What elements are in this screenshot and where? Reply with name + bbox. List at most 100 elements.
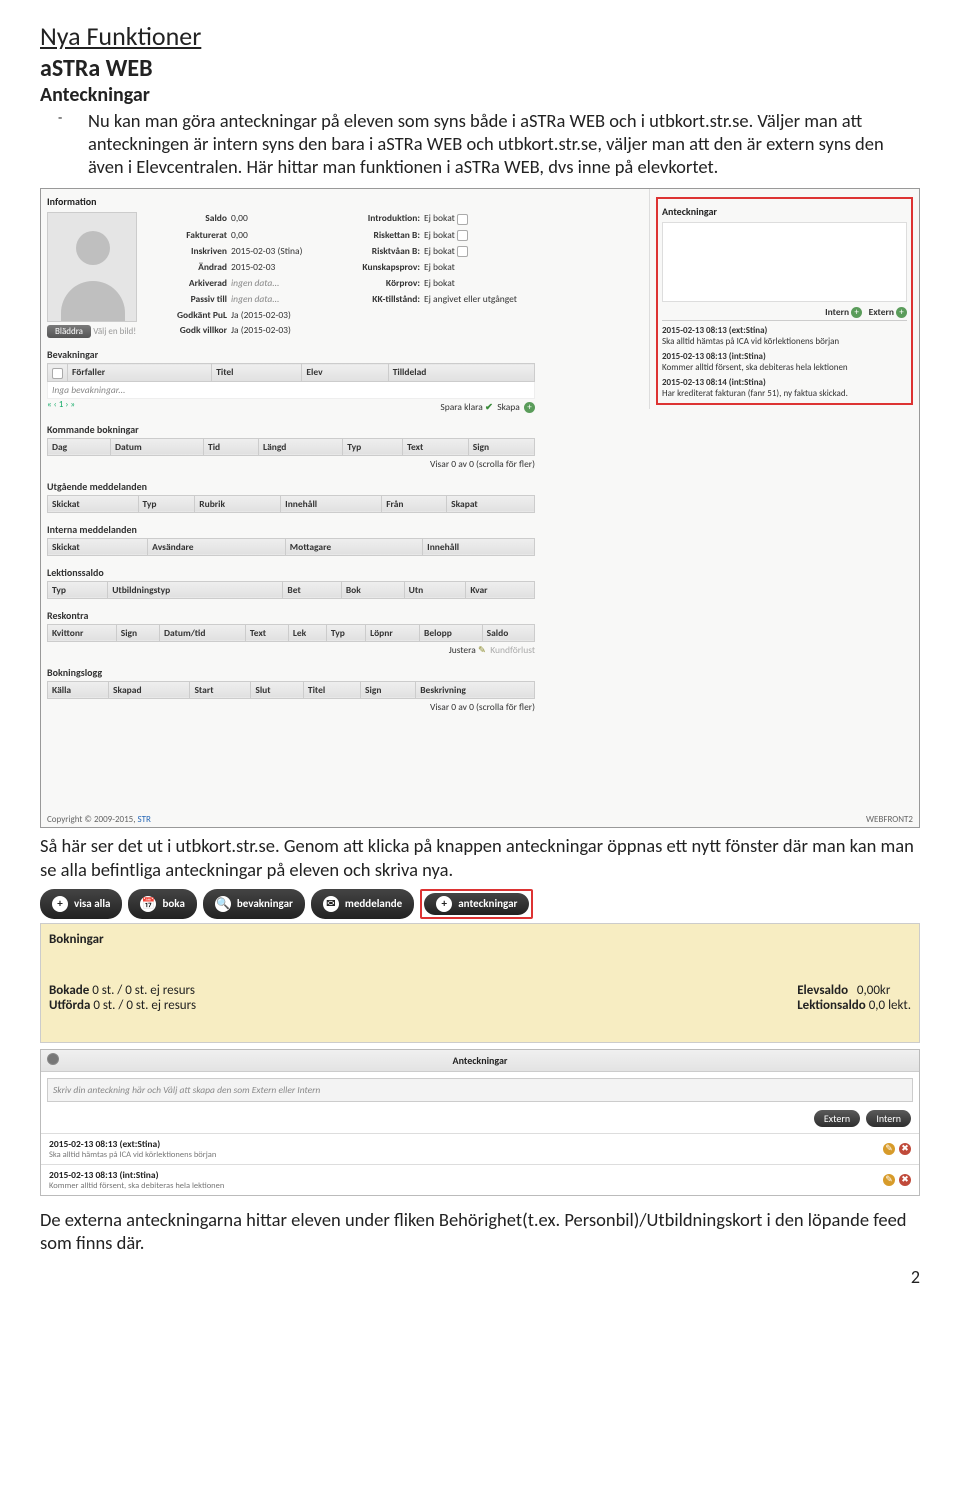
value-korprov: Ej bokat	[424, 277, 534, 291]
th-datum[interactable]: Datum	[110, 438, 203, 455]
th-belopp[interactable]: Belopp	[420, 624, 483, 641]
note-meta: 2015-02-13 08:13 (ext:Stina)	[49, 1138, 216, 1150]
label-lektionsaldo: Lektionsaldo	[797, 998, 866, 1013]
th-fran[interactable]: Från	[382, 495, 447, 512]
th-utbtyp[interactable]: Utbildningstyp	[108, 581, 283, 598]
calendar-icon: 📅	[140, 896, 156, 912]
th-titel[interactable]: Titel	[212, 364, 302, 381]
skapa-button[interactable]: Skapa	[497, 401, 520, 413]
th-langd[interactable]: Längd	[259, 438, 343, 455]
note-meta: 2015-02-13 08:13 (int:Stina)	[49, 1169, 224, 1181]
th-skapad[interactable]: Skapad	[109, 681, 190, 698]
justera-button[interactable]: Justera	[449, 644, 476, 656]
magnifier-icon: 🔍	[215, 896, 231, 912]
value-kunskap: Ej bokat	[424, 261, 534, 275]
value-villkor: Ja (2015-02-03)	[231, 324, 341, 338]
copyright: Copyright © 2009-2015, STR	[47, 814, 151, 825]
note-row: 2015-02-13 08:13 (int:Stina)Kommer allti…	[662, 351, 907, 373]
visa-alla-button[interactable]: +visa alla	[40, 889, 122, 919]
th-rubrik[interactable]: Rubrik	[195, 495, 281, 512]
bokningslogg-footer: Visar 0 av 0 (scrolla för fler)	[47, 701, 535, 713]
kundforlust-button[interactable]: Kundförlust	[490, 644, 535, 656]
th-besk[interactable]: Beskrivning	[416, 681, 535, 698]
th-forfaller[interactable]: Förfaller	[68, 364, 212, 381]
note-text: Kommer alltid försent, ska debiteras hel…	[49, 1181, 224, 1191]
th-typ[interactable]: Typ	[343, 438, 403, 455]
boka-button[interactable]: 📅boka	[128, 889, 196, 919]
value-intro: Ej bokat	[424, 212, 455, 224]
str-link[interactable]: STR	[138, 814, 151, 825]
spara-klara-button[interactable]: Spara klara	[440, 401, 482, 413]
th-kalla[interactable]: Källa	[48, 681, 109, 698]
meddelande-button[interactable]: ✉meddelande	[311, 889, 414, 919]
th-tid[interactable]: Tid	[204, 438, 259, 455]
th-slut[interactable]: Slut	[251, 681, 304, 698]
th-lopnr[interactable]: Löpnr	[366, 624, 420, 641]
checkbox-all[interactable]	[52, 368, 63, 379]
th-bok[interactable]: Bok	[341, 581, 404, 598]
plus-icon: +	[524, 402, 535, 413]
th-skickat2[interactable]: Skickat	[48, 538, 148, 555]
th-typ2[interactable]: Typ	[138, 495, 195, 512]
value-arkiverad: ingen data...	[231, 277, 341, 291]
th-lek[interactable]: Lek	[288, 624, 326, 641]
label-kk: KK-tillstånd:	[345, 293, 420, 307]
th-innehall[interactable]: Innehåll	[281, 495, 382, 512]
th-dag[interactable]: Dag	[48, 438, 111, 455]
intern-button[interactable]: Intern	[866, 1110, 911, 1127]
label-bokade: Bokade	[49, 983, 89, 998]
label-inskriven: Inskriven	[147, 245, 227, 259]
th-typ4[interactable]: Typ	[326, 624, 365, 641]
th-datumtid[interactable]: Datum/tid	[160, 624, 246, 641]
th-text2[interactable]: Text	[245, 624, 288, 641]
note-text: Kommer alltid försent, ska debiteras hel…	[662, 362, 907, 373]
extern-button[interactable]: Extern	[869, 306, 894, 318]
checkbox-riskettan[interactable]	[457, 230, 468, 241]
gear-icon[interactable]	[47, 1053, 59, 1065]
note-row: 2015-02-13 08:13 (ext:Stina)Ska alltid h…	[662, 325, 907, 347]
intern-button[interactable]: Intern	[825, 306, 849, 318]
value-bokade: 0 st. / 0 st. ej resurs	[92, 983, 195, 998]
th-skickat[interactable]: Skickat	[48, 495, 139, 512]
edit-icon[interactable]: ✎	[883, 1174, 895, 1186]
th-avsandare[interactable]: Avsändare	[148, 538, 286, 555]
pencil-icon: ✎	[478, 644, 486, 656]
th-innehall2[interactable]: Innehåll	[423, 538, 535, 555]
th-kvar[interactable]: Kvar	[466, 581, 535, 598]
th-mottagare[interactable]: Mottagare	[285, 538, 422, 555]
th-sign[interactable]: Sign	[468, 438, 534, 455]
edit-icon[interactable]: ✎	[883, 1143, 895, 1155]
th-typ3[interactable]: Typ	[48, 581, 108, 598]
extern-button[interactable]: Extern	[814, 1110, 860, 1127]
note-row: 2015-02-13 08:13 (ext:Stina)Ska alltid h…	[41, 1133, 919, 1164]
anteckningar-textarea[interactable]	[662, 222, 907, 302]
checkbox-risktvaan[interactable]	[457, 246, 468, 257]
label-arkiverad: Arkiverad	[147, 277, 227, 291]
browse-button[interactable]: Bläddra	[47, 325, 91, 338]
th-skapat[interactable]: Skapat	[447, 495, 535, 512]
th-elev[interactable]: Elev	[302, 364, 388, 381]
th-start[interactable]: Start	[190, 681, 251, 698]
bokningslogg-table: KällaSkapadStartSlutTitelSignBeskrivning	[47, 681, 535, 699]
th-saldo2[interactable]: Saldo	[482, 624, 534, 641]
th-titel2[interactable]: Titel	[303, 681, 360, 698]
anteckningar-button[interactable]: +anteckningar	[424, 893, 529, 915]
label-korprov: Körprov:	[345, 277, 420, 291]
th-kvittonr[interactable]: Kvittonr	[48, 624, 117, 641]
delete-icon[interactable]: ✖	[899, 1143, 911, 1155]
checkbox-intro[interactable]	[457, 214, 468, 225]
note-input[interactable]: Skriv din anteckning här och Välj att sk…	[47, 1078, 913, 1102]
label-risktvaan: Risktvåan B:	[345, 245, 420, 259]
bevakningar-button[interactable]: 🔍bevakningar	[203, 889, 305, 919]
th-sign2[interactable]: Sign	[116, 624, 159, 641]
th-tilldelad[interactable]: Tilldelad	[388, 364, 534, 381]
pager[interactable]: « ‹ 1 › »	[47, 399, 75, 413]
th-sign3[interactable]: Sign	[361, 681, 416, 698]
th-utn[interactable]: Utn	[404, 581, 466, 598]
th-text[interactable]: Text	[403, 438, 469, 455]
value-pul: Ja (2015-02-03)	[231, 309, 341, 323]
kommande-title: Kommande bokningar	[47, 423, 535, 436]
th-bet[interactable]: Bet	[283, 581, 341, 598]
kommande-table: DagDatumTidLängdTypTextSign	[47, 438, 535, 456]
delete-icon[interactable]: ✖	[899, 1174, 911, 1186]
